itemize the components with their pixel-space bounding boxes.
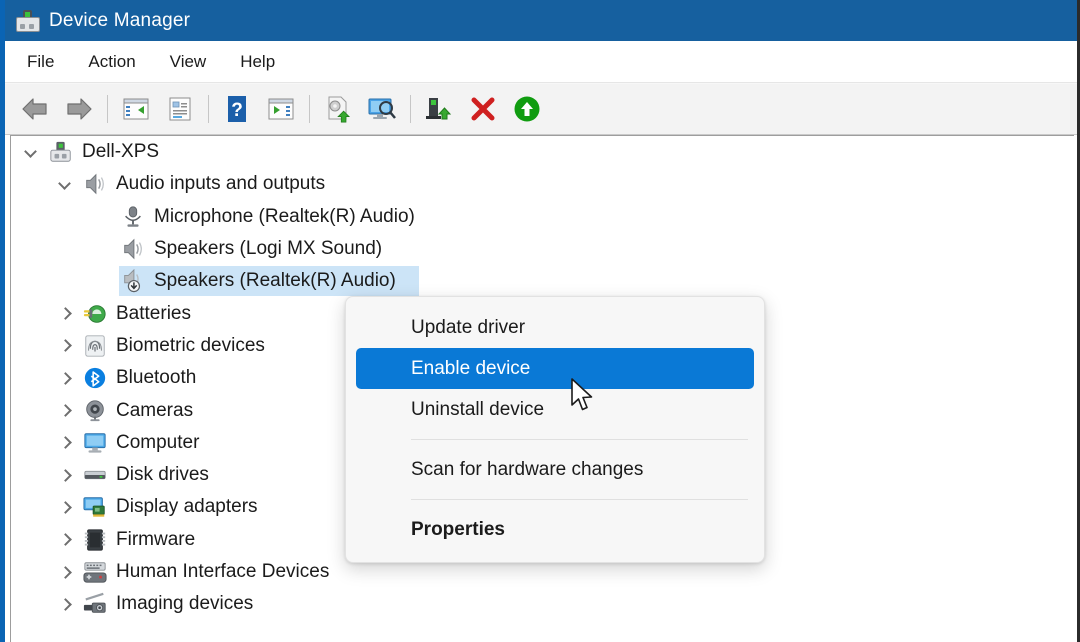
help-icon[interactable]: ? [215,89,259,129]
tree-item-speakers-logi-mx-sound[interactable]: Speakers (Logi MX Sound) [11,233,1074,265]
chevron-right-icon[interactable] [59,598,72,611]
context-menu-item-uninstall-device[interactable]: Uninstall device [346,389,764,430]
chevron-right-icon[interactable] [59,404,72,417]
device-manager-window: Device Manager File Action View Help ? D… [0,0,1080,642]
chevron-right-icon[interactable] [59,436,72,449]
speaker-icon [121,237,147,261]
chevron-right-icon[interactable] [59,469,72,482]
bluetooth-icon [83,366,109,390]
speaker-disabled-icon [121,269,147,293]
menu-item-help[interactable]: Help [240,52,275,72]
battery-icon [83,302,109,326]
tree-item-speakers-realtek-audio[interactable]: Speakers (Realtek(R) Audio) [11,265,1074,297]
tree-item-label: Display adapters [116,496,258,518]
menu-item-view[interactable]: View [170,52,207,72]
window-title: Device Manager [49,9,191,31]
tree-item-label: Dell-XPS [82,141,160,163]
camera-icon [83,399,109,423]
chevron-right-icon[interactable] [59,372,72,385]
microphone-icon [121,205,147,229]
scan-for-hardware-changes-icon[interactable] [360,89,404,129]
tree-item-label: Disk drives [116,464,209,486]
computer-device-icon [49,140,75,164]
enable-device-icon[interactable] [417,89,461,129]
forward-icon[interactable] [57,89,101,129]
context-menu-item-properties[interactable]: Properties [346,509,764,550]
firmware-chip-icon [83,528,109,552]
menu-item-file[interactable]: File [27,52,54,72]
tree-item-label: Speakers (Realtek(R) Audio) [154,270,396,292]
show-hide-action-pane-icon[interactable] [259,89,303,129]
disable-device-icon[interactable] [505,89,549,129]
tree-item-label: Human Interface Devices [116,561,330,582]
tree-item-dell-xps[interactable]: Dell-XPS [11,136,1074,168]
hid-icon [83,560,109,584]
tree-item-label: Bluetooth [116,367,197,389]
chevron-right-icon[interactable] [59,566,72,579]
toolbar-separator [208,95,209,123]
context-menu-separator [411,499,748,500]
display-adapter-icon [83,495,109,519]
chevron-right-icon[interactable] [59,339,72,352]
uninstall-device-icon[interactable] [461,89,505,129]
monitor-icon [83,431,109,455]
chevron-right-icon[interactable] [59,307,72,320]
tree-item-label: Biometric devices [116,334,265,356]
tree-item-audio-inputs-and-outputs[interactable]: Audio inputs and outputs [11,168,1074,200]
toolbar-separator [410,95,411,123]
context-menu-separator [411,439,748,440]
context-menu[interactable]: Update driver Enable device Uninstall de… [345,296,765,563]
tree-item-label: Audio inputs and outputs [116,173,326,195]
properties-icon[interactable] [158,89,202,129]
speaker-icon [83,172,109,196]
chevron-right-icon[interactable] [59,501,72,514]
tree-item-label: Batteries [116,302,191,324]
back-icon[interactable] [13,89,57,129]
tree-item-microphone-realtek-audio[interactable]: Microphone (Realtek(R) Audio) [11,201,1074,233]
toolbar: ? [5,83,1077,135]
update-driver-icon[interactable] [316,89,360,129]
device-manager-icon [14,8,40,34]
fingerprint-icon [83,334,109,358]
chevron-down-icon[interactable] [25,146,38,159]
disk-drive-icon [83,463,109,487]
tree-item-imaging-devices[interactable]: Imaging devices [11,588,1074,620]
menu-bar: File Action View Help [5,41,1077,83]
context-menu-item-scan-for-hardware-changes[interactable]: Scan for hardware changes [346,449,764,490]
tree-item-label: Firmware [116,528,196,550]
tree-item-label: Microphone (Realtek(R) Audio) [154,205,415,227]
tree-item-label: Computer [116,431,200,453]
toolbar-separator [107,95,108,123]
chevron-down-icon[interactable] [59,178,72,191]
show-hide-console-tree-icon[interactable] [114,89,158,129]
context-menu-item-enable-device[interactable]: Enable device [356,348,754,389]
tree-item-label: Speakers (Logi MX Sound) [154,238,383,260]
chevron-right-icon[interactable] [59,533,72,546]
imaging-device-icon [83,592,109,616]
mouse-pointer [570,378,596,416]
tree-item-label: Cameras [116,399,194,421]
title-bar: Device Manager [5,0,1077,41]
svg-text:?: ? [231,100,243,121]
menu-item-action[interactable]: Action [88,52,135,72]
tree-item-label: Imaging devices [116,593,254,615]
toolbar-separator [309,95,310,123]
context-menu-item-update-driver[interactable]: Update driver [346,307,764,348]
